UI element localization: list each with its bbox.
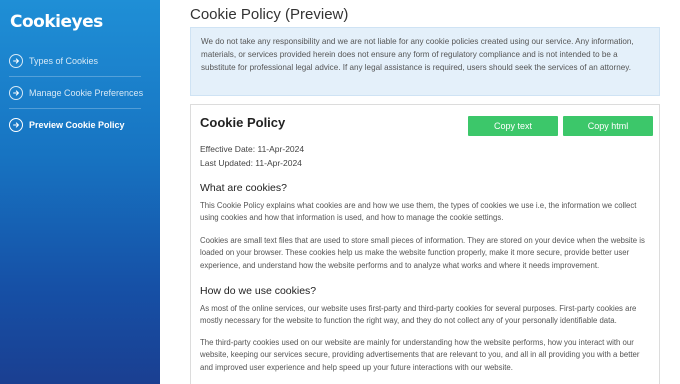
copy-html-button[interactable]: Copy html <box>563 116 653 136</box>
policy-title: Cookie Policy <box>200 115 286 130</box>
last-updated-date: Last Updated: 11-Apr-2024 <box>200 158 302 168</box>
arrow-right-circle-icon <box>9 86 23 100</box>
sidebar: Cookieyes Types of Cookies Manage Cookie… <box>0 0 160 384</box>
arrow-right-circle-icon <box>9 118 23 132</box>
section-heading-what-are-cookies: What are cookies? <box>200 182 287 194</box>
section-heading-how-do-we-use-cookies: How do we use cookies? <box>200 285 317 297</box>
section-paragraph: The third-party cookies used on our webs… <box>200 338 640 372</box>
sidebar-item-label: Types of Cookies <box>29 56 99 66</box>
sidebar-item-manage-cookie-preferences[interactable]: Manage Cookie Preferences <box>9 77 151 109</box>
section-paragraph: This Cookie Policy explains what cookies… <box>200 201 637 223</box>
disclaimer-notice: We do not take any responsibility and we… <box>190 27 660 96</box>
section-paragraph: As most of the online services, our webs… <box>200 304 637 326</box>
section-paragraph: Cookies are small text files that are us… <box>200 236 645 270</box>
sidebar-item-label: Preview Cookie Policy <box>29 120 125 130</box>
sidebar-item-types-of-cookies[interactable]: Types of Cookies <box>9 45 151 77</box>
cookieyes-logo[interactable]: Cookieyes <box>10 12 103 32</box>
sidebar-item-preview-cookie-policy[interactable]: Preview Cookie Policy <box>9 109 151 141</box>
arrow-right-circle-icon <box>9 54 23 68</box>
copy-text-button[interactable]: Copy text <box>468 116 558 136</box>
effective-date: Effective Date: 11-Apr-2024 <box>200 144 305 154</box>
cookie-policy-preview-card: Cookie Policy Copy text Copy html Effect… <box>190 104 660 384</box>
sidebar-item-label: Manage Cookie Preferences <box>29 88 144 98</box>
page-title: Cookie Policy (Preview) <box>190 6 349 23</box>
